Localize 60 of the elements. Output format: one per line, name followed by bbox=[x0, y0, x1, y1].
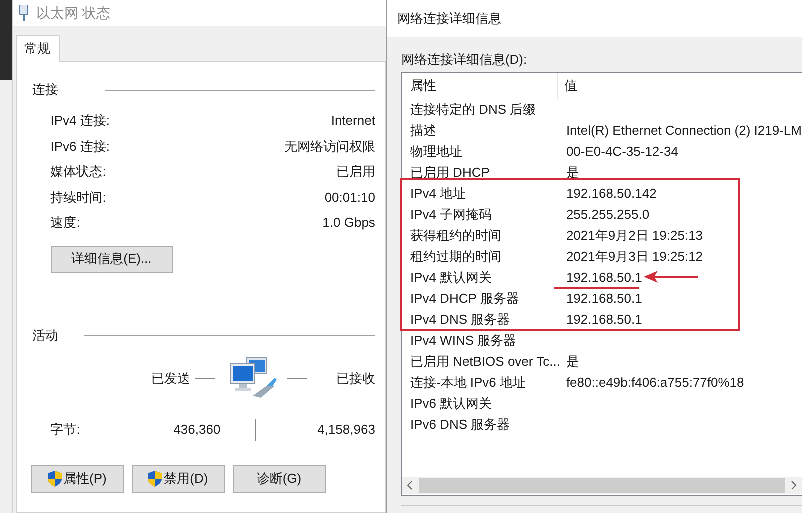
value-cell-text: 00-E0-4C-35-12-34 bbox=[565, 142, 678, 161]
column-header[interactable]: 值 bbox=[558, 76, 578, 96]
value-cell-text: 2021年9月2日 19:25:13 bbox=[565, 226, 704, 245]
value-cell-text: Intel(R) Ethernet Connection (2) I219-LM bbox=[565, 122, 802, 140]
property-cell-text: IPv6 DNS 服务器 bbox=[409, 416, 512, 434]
property-cell-text: 连接-本地 IPv6 地址 bbox=[409, 374, 528, 392]
value-cell-text: 255.255.255.0 bbox=[565, 206, 650, 224]
arrow-annotation bbox=[644, 271, 698, 283]
value-cell-text: 2021年9月3日 19:25:12 bbox=[565, 248, 704, 266]
property-cell-text: IPv4 子网掩码 bbox=[409, 206, 494, 224]
field-value: 无网络访问权限 bbox=[284, 138, 376, 156]
column-header[interactable]: 属性 bbox=[402, 73, 558, 99]
sent-label: 已发送 bbox=[150, 370, 191, 388]
value-cell-text: 192.168.50.142 bbox=[565, 184, 657, 203]
property-cell-text: IPv4 地址 bbox=[409, 184, 468, 203]
property-cell-text: 连接特定的 DNS 后缀 bbox=[409, 100, 538, 119]
shield-icon bbox=[48, 470, 62, 486]
field-value: 已启用 bbox=[336, 163, 376, 181]
dialog-button[interactable]: 属性(P) bbox=[30, 464, 124, 492]
property-cell-text: IPv4 WINS 服务器 bbox=[409, 332, 518, 350]
field-label: 速度: bbox=[50, 214, 80, 232]
field-label: IPv6 连接: bbox=[50, 138, 110, 156]
property-cell-text: 物理地址 bbox=[409, 142, 464, 161]
field-value: 1.0 Gbps bbox=[322, 214, 376, 232]
field-label: 持续时间: bbox=[50, 188, 106, 206]
horizontal-scrollbar[interactable] bbox=[402, 477, 802, 494]
property-cell-text: 租约过期的时间 bbox=[409, 248, 502, 266]
tab[interactable]: 常规 bbox=[16, 35, 60, 62]
property-cell-text: IPv4 DHCP 服务器 bbox=[409, 290, 520, 308]
dialog-button[interactable]: 诊断(G) bbox=[232, 464, 326, 492]
property-cell-text: IPv4 默认网关 bbox=[409, 268, 494, 287]
field-value: Internet bbox=[331, 112, 376, 130]
field-value: 00:01:10 bbox=[324, 188, 376, 206]
scroll-right-icon[interactable] bbox=[790, 481, 797, 490]
value-cell-text: fe80::e49b:f406:a755:77f0%18 bbox=[565, 374, 744, 392]
shield-icon bbox=[148, 470, 162, 486]
bytes-label: 字节: bbox=[50, 420, 82, 439]
bytes-sent: 436,360 bbox=[172, 420, 221, 439]
list-label: 网络连接详细信息(D): bbox=[401, 51, 528, 68]
property-cell-text: IPv6 默认网关 bbox=[409, 394, 494, 413]
received-label: 已接收 bbox=[335, 370, 376, 388]
dialog-button[interactable]: 禁用(D) bbox=[132, 464, 225, 492]
field-label: IPv4 连接: bbox=[50, 112, 110, 130]
value-cell-text: 192.168.50.1 bbox=[565, 290, 642, 308]
group-heading: 活动 bbox=[32, 326, 59, 345]
value-cell-text: 192.168.50.1 bbox=[565, 268, 642, 287]
property-cell-text: 获得租约的时间 bbox=[409, 226, 502, 245]
ethernet-plug-icon bbox=[18, 5, 29, 21]
property-cell-text: IPv4 DNS 服务器 bbox=[409, 310, 512, 329]
window-title: 以太网 状态 bbox=[36, 4, 111, 22]
field-label: 媒体状态: bbox=[50, 163, 106, 181]
property-cell-text: 描述 bbox=[409, 122, 438, 140]
window-title: 网络连接详细信息 bbox=[397, 10, 502, 28]
bytes-received: 4,158,963 bbox=[316, 420, 376, 439]
details-button[interactable]: 详细信息(E)... bbox=[50, 246, 173, 272]
value-cell-text: 192.168.50.1 bbox=[565, 310, 642, 329]
scroll-left-icon[interactable] bbox=[407, 481, 414, 490]
property-cell-text: 已启用 NetBIOS over Tc... bbox=[409, 352, 558, 371]
value-cell-text: 是 bbox=[565, 352, 580, 371]
group-heading: 连接 bbox=[32, 81, 59, 100]
